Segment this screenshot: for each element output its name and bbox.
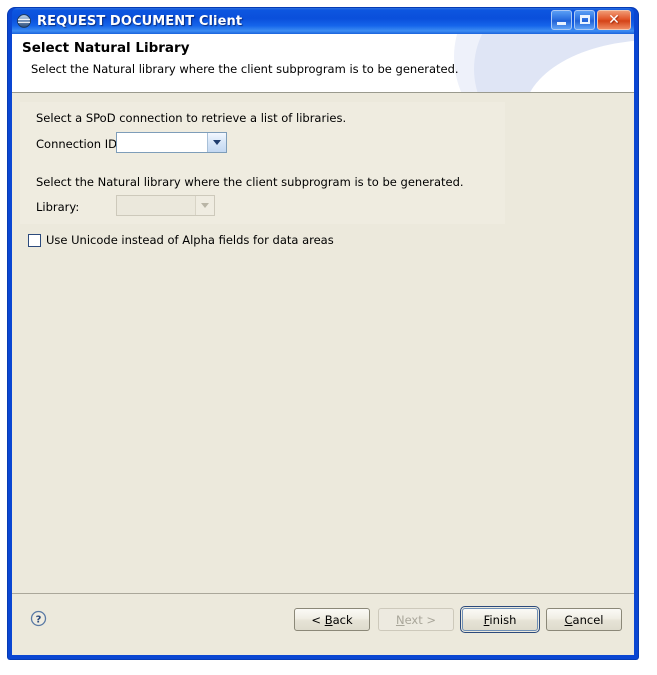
help-icon[interactable]: ? [30,610,47,627]
connection-id-value[interactable] [117,133,207,152]
library-combo [116,195,215,216]
back-button[interactable]: < Back [294,608,370,631]
library-value [117,196,195,215]
cancel-button[interactable]: Cancel [546,608,622,631]
minimize-icon [557,22,566,25]
connection-id-label: Connection ID: [36,137,121,151]
unicode-checkbox-row[interactable]: Use Unicode instead of Alpha fields for … [28,233,334,247]
finish-button[interactable]: Finish [460,606,540,633]
library-label: Library: [36,200,80,214]
globe-icon [16,13,32,29]
window-title: REQUEST DOCUMENT Client [37,13,243,29]
library-intro-label: Select the Natural library where the cli… [36,175,464,189]
page-subtitle: Select the Natural library where the cli… [31,62,459,76]
connection-intro-label: Select a SPoD connection to retrieve a l… [36,111,347,125]
window-controls: ✕ [551,10,631,30]
maximize-button[interactable] [574,10,595,30]
minimize-button[interactable] [551,10,572,30]
close-button[interactable]: ✕ [597,10,631,30]
library-settings-panel: Select a SPoD connection to retrieve a l… [20,102,505,224]
wizard-page-body: Select a SPoD connection to retrieve a l… [12,93,634,593]
library-dropdown-button [195,196,214,215]
connection-id-combo[interactable] [116,132,227,153]
wizard-header: Select Natural Library Select the Natura… [12,34,634,93]
dialog-button-bar: ? < Back Next > Finish Cancel [12,593,634,655]
chevron-down-icon [213,140,221,145]
svg-text:?: ? [36,614,42,625]
close-icon: ✕ [608,12,620,28]
chevron-down-icon [201,203,209,208]
wizard-navigation-buttons: < Back Next > Finish Cancel [294,606,622,633]
unicode-checkbox[interactable] [28,233,41,247]
dialog-client-area: Select Natural Library Select the Natura… [12,34,634,655]
maximize-icon [580,15,590,24]
unicode-checkbox-label: Use Unicode instead of Alpha fields for … [46,233,334,247]
page-title: Select Natural Library [22,40,190,56]
dialog-window: REQUEST DOCUMENT Client ✕ Select Natural… [8,8,638,659]
next-button: Next > [378,608,454,631]
title-bar[interactable]: REQUEST DOCUMENT Client ✕ [12,8,634,34]
connection-id-dropdown-button[interactable] [207,133,226,152]
